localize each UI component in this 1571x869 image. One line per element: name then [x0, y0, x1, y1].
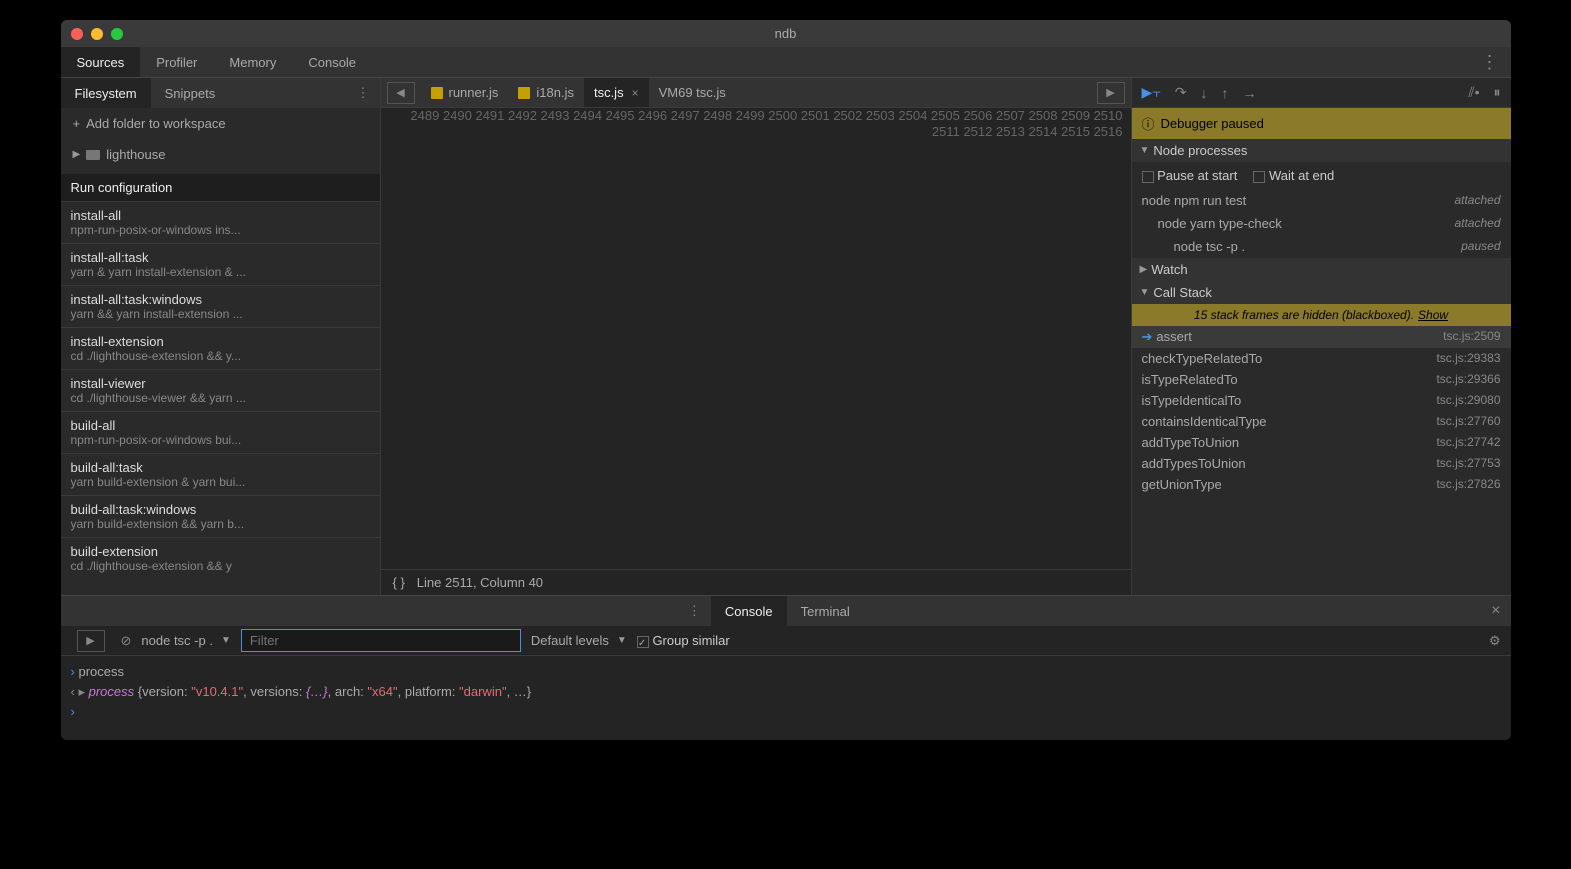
call-stack-frame[interactable]: checkTypeRelatedTotsc.js:29383	[1132, 348, 1511, 369]
debugger-banner: ⓘ Debugger paused	[1132, 108, 1511, 139]
run-config-item[interactable]: build-all:task:windowsyarn build-extensi…	[61, 495, 380, 537]
call-stack-frame[interactable]: ➔asserttsc.js:2509	[1132, 326, 1511, 348]
window-title: ndb	[775, 26, 797, 41]
call-stack-frame[interactable]: addTypeToUniontsc.js:27742	[1132, 432, 1511, 453]
run-config-item[interactable]: build-allnpm-run-posix-or-windows bui...	[61, 411, 380, 453]
context-selector[interactable]: node tsc -p . ▼	[141, 633, 230, 648]
js-file-icon	[431, 87, 443, 99]
plus-icon: +	[73, 116, 81, 131]
run-config-item[interactable]: build-extensioncd ./lighthouse-extension…	[61, 537, 380, 579]
add-folder-button[interactable]: + Add folder to workspace	[61, 108, 380, 139]
main-tabs: Sources Profiler Memory Console ⋮	[61, 47, 1511, 78]
close-window-icon[interactable]	[71, 28, 83, 40]
fs-folder-row[interactable]: ▶ lighthouse	[61, 139, 380, 170]
cursor-position: Line 2511, Column 40	[417, 575, 543, 590]
debugger-banner-text: Debugger paused	[1161, 116, 1264, 131]
deactivate-breakpoints-icon[interactable]: ⫽•	[1468, 84, 1479, 101]
nav-more-icon[interactable]: ▶	[1097, 82, 1125, 104]
tab-sources[interactable]: Sources	[61, 47, 141, 77]
node-process-row[interactable]: node yarn type-checkattached	[1132, 212, 1511, 235]
node-process-row[interactable]: node tsc -p .paused	[1132, 235, 1511, 258]
console-sidebar-icon[interactable]: ▶	[77, 630, 105, 652]
console-result-body[interactable]: {version: "v10.4.1", versions: {…}, arch…	[138, 684, 531, 699]
minimize-window-icon[interactable]	[91, 28, 103, 40]
file-tab[interactable]: VM69 tsc.js	[649, 78, 736, 107]
run-config-item[interactable]: install-all:taskyarn & yarn install-exte…	[61, 243, 380, 285]
step-into-icon[interactable]: ↓	[1201, 85, 1208, 101]
fs-folder-label: lighthouse	[106, 147, 165, 162]
sidebar-menu-icon[interactable]: ⋮	[347, 85, 380, 101]
chevron-down-icon: ▼	[221, 635, 231, 646]
tab-snippets[interactable]: Snippets	[151, 78, 230, 108]
call-stack-frame[interactable]: isTypeRelatedTotsc.js:29366	[1132, 369, 1511, 390]
tab-filesystem[interactable]: Filesystem	[61, 78, 151, 108]
main-menu-icon[interactable]: ⋮	[1469, 52, 1511, 73]
folder-icon	[86, 150, 100, 160]
add-folder-label: Add folder to workspace	[86, 116, 225, 131]
call-stack-frame[interactable]: addTypesToUniontsc.js:27753	[1132, 453, 1511, 474]
run-config-item[interactable]: install-allnpm-run-posix-or-windows ins.…	[61, 201, 380, 243]
nav-back-icon[interactable]: ◀	[387, 82, 415, 104]
resume-icon[interactable]: ▶⫟	[1142, 84, 1161, 101]
pause-at-start-checkbox[interactable]: Pause at start	[1142, 168, 1238, 183]
console-menu-icon[interactable]: ⋮	[678, 603, 711, 619]
group-similar-checkbox[interactable]: Group similar	[637, 633, 730, 648]
chevron-right-icon: ▶	[1140, 264, 1148, 275]
pause-exceptions-icon[interactable]: ⏸	[1494, 84, 1501, 101]
wait-at-end-checkbox[interactable]: Wait at end	[1253, 168, 1334, 183]
call-stack-header[interactable]: ▼ Call Stack	[1132, 281, 1511, 304]
console-result-name[interactable]: process	[89, 684, 135, 699]
step-icon[interactable]: →	[1243, 85, 1257, 101]
chevron-down-icon: ▼	[617, 635, 627, 646]
close-drawer-icon[interactable]: ×	[1481, 602, 1510, 620]
log-levels-selector[interactable]: Default levels ▼	[531, 633, 627, 648]
watch-header[interactable]: ▶ Watch	[1132, 258, 1511, 281]
step-out-icon[interactable]: ↑	[1222, 85, 1229, 101]
file-tab[interactable]: i18n.js	[508, 78, 584, 107]
tab-terminal[interactable]: Terminal	[787, 596, 864, 626]
step-over-icon[interactable]: ↷	[1175, 84, 1187, 101]
js-file-icon	[518, 87, 530, 99]
tab-console[interactable]: Console	[292, 47, 372, 77]
tab-console-drawer[interactable]: Console	[711, 596, 787, 626]
file-tab[interactable]: tsc.js×	[584, 78, 649, 107]
maximize-window-icon[interactable]	[111, 28, 123, 40]
chevron-down-icon: ▼	[1140, 287, 1150, 298]
call-stack-frame[interactable]: getUnionTypetsc.js:27826	[1132, 474, 1511, 495]
clear-console-icon[interactable]: ⊘	[121, 633, 132, 649]
close-tab-icon[interactable]: ×	[632, 86, 639, 100]
show-hidden-frames-link[interactable]: Show	[1418, 308, 1448, 322]
current-frame-icon: ➔	[1142, 329, 1153, 344]
file-tab[interactable]: runner.js	[421, 78, 509, 107]
run-config-item[interactable]: install-extensioncd ./lighthouse-extensi…	[61, 327, 380, 369]
node-processes-header[interactable]: ▼ Node processes	[1132, 139, 1511, 162]
run-config-item[interactable]: install-viewercd ./lighthouse-viewer && …	[61, 369, 380, 411]
node-process-row[interactable]: node npm run testattached	[1132, 189, 1511, 212]
call-stack-frame[interactable]: isTypeIdenticalTotsc.js:29080	[1132, 390, 1511, 411]
console-settings-icon[interactable]: ⚙	[1489, 633, 1501, 649]
chevron-down-icon: ▼	[1140, 145, 1150, 156]
run-config-item[interactable]: build-all:taskyarn build-extension & yar…	[61, 453, 380, 495]
run-config-header: Run configuration	[61, 174, 380, 201]
info-icon: ⓘ	[1142, 114, 1155, 133]
format-icon[interactable]: { }	[393, 575, 405, 590]
file-tabs: ◀ runner.jsi18n.jstsc.js×VM69 tsc.js ▶	[381, 78, 1131, 108]
chevron-right-icon: ▶	[73, 149, 81, 160]
run-config-item[interactable]: install-all:task:windowsyarn && yarn ins…	[61, 285, 380, 327]
call-stack-frame[interactable]: containsIdenticalTypetsc.js:27760	[1132, 411, 1511, 432]
tab-memory[interactable]: Memory	[213, 47, 292, 77]
call-stack-hidden-bar: 15 stack frames are hidden (blackboxed).…	[1132, 304, 1511, 326]
console-filter-input[interactable]	[241, 629, 521, 652]
titlebar: ndb	[61, 20, 1511, 47]
console-input-echo: process	[78, 664, 124, 679]
tab-profiler[interactable]: Profiler	[140, 47, 213, 77]
